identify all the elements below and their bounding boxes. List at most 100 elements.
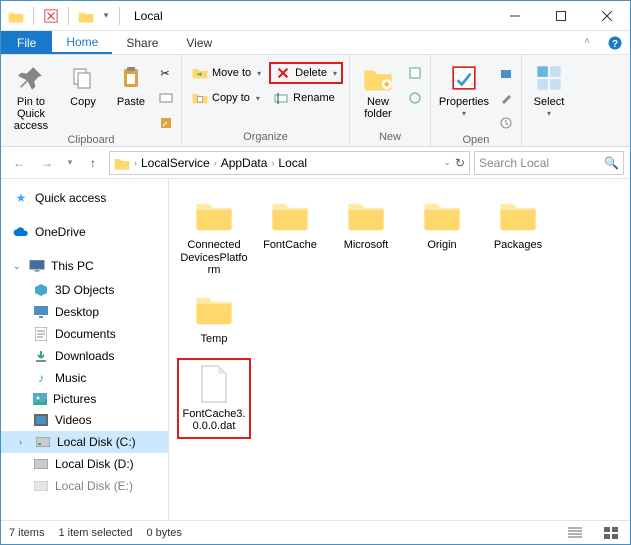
tab-home[interactable]: Home [52,31,112,54]
move-to-icon [192,65,208,81]
cloud-icon [13,224,29,240]
sidebar-disk-d[interactable]: Local Disk (D:) [1,453,168,475]
tab-view[interactable]: View [172,31,226,54]
tab-share[interactable]: Share [112,31,172,54]
expand-icon[interactable]: › [19,437,29,447]
file-item-selected[interactable]: FontCache3.0.0.0.dat [177,358,251,439]
folder-icon [190,289,238,329]
delete-label: Delete [295,67,327,79]
easy-access-button[interactable] [404,87,424,109]
folder-item[interactable]: Connected DevicesPlatform [177,191,251,281]
chevron-right-icon[interactable]: › [212,158,219,168]
sidebar-disk-e[interactable]: Local Disk (E:) [1,475,168,497]
copy-path-icon [159,90,173,106]
content-pane[interactable]: Connected DevicesPlatform FontCache Micr… [169,179,630,520]
star-icon: ★ [13,190,29,206]
sidebar-onedrive[interactable]: OneDrive [1,221,168,243]
maximize-button[interactable] [538,1,584,31]
qat-dropdown-icon[interactable]: ▾ [99,5,113,27]
sidebar-desktop[interactable]: Desktop [1,301,168,323]
paste-button[interactable]: Paste [111,58,151,108]
navigation-pane[interactable]: ★ Quick access OneDrive ⌄ This PC 3D Obj… [1,179,169,520]
breadcrumb-item[interactable]: Local [278,156,307,170]
expand-icon[interactable]: ⌄ [13,261,23,272]
nav-forward-button[interactable]: → [35,151,59,175]
pin-quick-access-button[interactable]: Pin to Quick access [7,58,55,132]
paste-label: Paste [117,96,145,108]
folder-icon [114,156,130,170]
address-bar[interactable]: › LocalService › AppData › Local ⌄ ↻ [109,151,470,175]
new-folder-button[interactable]: New folder [356,58,400,120]
folder-item[interactable]: Packages [481,191,555,281]
drive-icon [33,456,49,472]
breadcrumb-item[interactable]: AppData [221,156,268,170]
ribbon-group-organize: Move to▾ Copy to▾ Delete▾ Rename Organiz… [182,55,350,146]
easy-access-icon [408,90,422,106]
objects3d-icon [33,282,49,298]
breadcrumb-item[interactable]: LocalService [141,156,210,170]
collapse-ribbon-icon[interactable]: ˄ [584,36,590,47]
minimize-button[interactable] [492,1,538,31]
open-button[interactable] [495,62,515,84]
title-bar: ▾ Local [1,1,630,31]
paste-shortcut-button[interactable] [155,112,175,134]
view-large-button[interactable] [600,524,622,542]
tab-file[interactable]: File [1,31,52,54]
history-button[interactable] [495,112,515,134]
nav-recent-button[interactable]: ▾ [63,151,77,175]
ribbon-group-open: Properties ▾ Open [431,55,522,146]
sidebar-quick-access[interactable]: ★ Quick access [1,187,168,209]
folder-item[interactable]: Temp [177,285,251,350]
edit-button[interactable] [495,87,515,109]
folder-icon [266,195,314,235]
new-folder-label: New folder [356,96,400,120]
pictures-icon [33,393,47,405]
rename-icon [273,90,289,106]
folder-icon [342,195,390,235]
copy-label: Copy [70,96,96,108]
sidebar-disk-c[interactable]: ›Local Disk (C:) [1,431,168,453]
sidebar-documents[interactable]: Documents [1,323,168,345]
copy-path-button[interactable] [155,87,175,109]
cut-button[interactable]: ✂ [155,62,175,84]
copy-to-button[interactable]: Copy to▾ [188,87,265,109]
ribbon: Pin to Quick access Copy Paste ✂ Clipboa… [1,55,630,147]
chevron-right-icon[interactable]: › [269,158,276,168]
select-button[interactable]: Select ▾ [528,58,570,119]
move-to-button[interactable]: Move to▾ [188,62,265,84]
sidebar-music[interactable]: ♪Music [1,367,168,389]
qat-properties-icon[interactable] [40,5,62,27]
sidebar-pictures[interactable]: Pictures [1,389,168,409]
search-box[interactable]: Search Local 🔍 [474,151,624,175]
folder-icon [190,195,238,235]
sidebar-videos[interactable]: Videos [1,409,168,431]
folder-item[interactable]: Origin [405,191,479,281]
new-item-button[interactable] [404,62,424,84]
chevron-down-icon[interactable]: ⌄ [441,157,453,168]
chevron-right-icon[interactable]: › [132,158,139,168]
downloads-icon [33,348,49,364]
file-icon [190,364,238,404]
select-icon [533,62,565,94]
nav-up-button[interactable]: ↑ [81,151,105,175]
nav-back-button[interactable]: ← [7,151,31,175]
delete-button[interactable]: Delete▾ [269,62,343,84]
refresh-button[interactable]: ↻ [455,156,465,170]
copy-button[interactable]: Copy [59,58,107,108]
rename-button[interactable]: Rename [269,87,343,109]
status-bar: 7 items 1 item selected 0 bytes [1,520,630,544]
help-button[interactable]: ? [600,31,630,54]
sidebar-downloads[interactable]: Downloads [1,345,168,367]
sidebar-3d-objects[interactable]: 3D Objects [1,279,168,301]
sidebar-this-pc[interactable]: ⌄ This PC [1,255,168,277]
properties-button[interactable]: Properties ▾ [437,58,491,119]
status-item-count: 7 items [9,527,44,539]
group-label-clipboard: Clipboard [7,134,175,148]
group-label-new: New [356,131,424,145]
close-button[interactable] [584,1,630,31]
folder-item[interactable]: FontCache [253,191,327,281]
view-details-button[interactable] [564,524,586,542]
new-folder-icon [362,62,394,94]
documents-icon [33,326,49,342]
folder-item[interactable]: Microsoft [329,191,403,281]
